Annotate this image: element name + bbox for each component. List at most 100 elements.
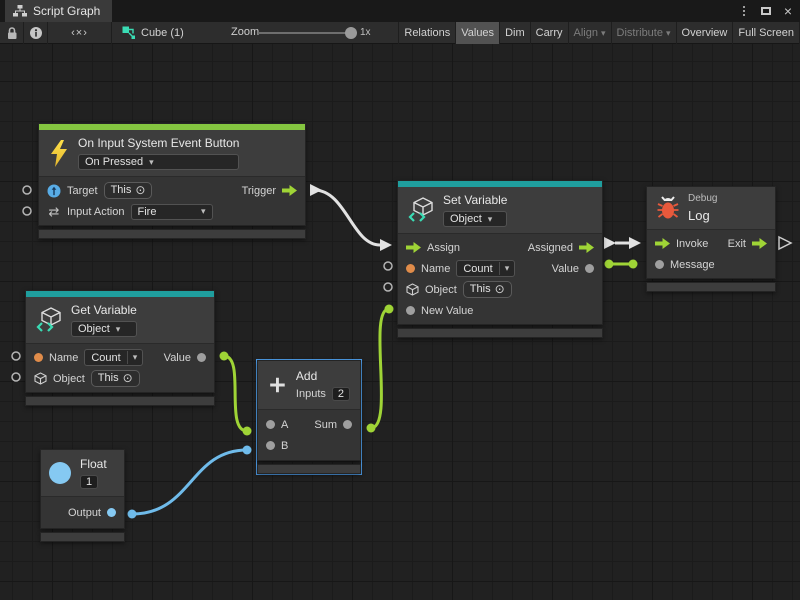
distribute-button[interactable]: Distribute▾ — [612, 22, 677, 44]
caret-down-icon: ▾ — [666, 28, 671, 39]
input-action-dropdown[interactable]: Fire▾ — [131, 204, 213, 220]
node-on-input-system-event[interactable]: On Input System Event Button On Pressed▾… — [38, 123, 306, 239]
node-footer — [257, 464, 361, 474]
port-label-object: Object — [425, 284, 457, 296]
node-footer — [38, 229, 306, 239]
gameobject-cube-icon — [34, 372, 47, 385]
code-view-button[interactable]: ‹×› — [48, 22, 112, 44]
input-action-icon: ⇄ — [47, 204, 61, 220]
script-graph-asset-icon — [122, 26, 136, 40]
target-object-field[interactable]: This⊙ — [104, 182, 153, 199]
value-port[interactable] — [197, 353, 206, 362]
tab-script-graph[interactable]: Script Graph — [5, 0, 112, 22]
port-label-object: Object — [53, 373, 85, 385]
zoom-slider-knob[interactable] — [345, 27, 357, 39]
tab-bar: Script Graph × — [0, 0, 800, 22]
port-label-message: Message — [670, 259, 715, 271]
a-port[interactable] — [266, 420, 275, 429]
name-port[interactable] — [406, 264, 415, 273]
new-value-port[interactable] — [406, 306, 415, 315]
port-label-name: Name — [421, 263, 450, 275]
port-label-value: Value — [164, 352, 191, 364]
zoom-slider-track[interactable] — [258, 32, 352, 34]
variable-cube-icon — [408, 197, 434, 223]
target-picker-icon: ⊙ — [135, 183, 145, 197]
tab-title: Script Graph — [33, 4, 100, 18]
dim-button[interactable]: Dim — [500, 22, 531, 44]
node-set-variable[interactable]: Set Variable Object▾ Assign Assigned — [397, 180, 603, 338]
object-field[interactable]: This⊙ — [91, 370, 140, 387]
script-graph-window: Script Graph × ‹×› — [0, 0, 800, 600]
align-button[interactable]: Align▾ — [569, 22, 612, 44]
variable-cube-icon — [36, 307, 62, 333]
value-port[interactable] — [585, 264, 594, 273]
port-label-assigned: Assigned — [528, 242, 573, 254]
float-value-field[interactable]: 1 — [80, 475, 98, 489]
variable-scope-dropdown[interactable]: Object▾ — [71, 321, 137, 337]
port-label-target: Target — [67, 185, 98, 197]
name-port[interactable] — [34, 353, 43, 362]
port-label-exit: Exit — [728, 238, 746, 250]
variable-scope-dropdown[interactable]: Object▾ — [443, 211, 507, 227]
caret-down-icon: ▾ — [127, 351, 143, 364]
port-label-trigger: Trigger — [242, 185, 276, 197]
flow-out-arrow-icon[interactable] — [282, 185, 297, 196]
node-title: Set Variable — [443, 193, 507, 207]
event-mode-dropdown[interactable]: On Pressed▾ — [78, 154, 239, 170]
inputs-count-field[interactable]: 2 — [332, 387, 350, 401]
flow-in-arrow-icon[interactable] — [406, 242, 421, 253]
zoom-value: 1x — [360, 27, 371, 38]
port-label-b: B — [281, 440, 288, 452]
context-label: Cube (1) — [141, 27, 184, 39]
caret-down-icon: ▾ — [201, 206, 206, 217]
carry-button[interactable]: Carry — [531, 22, 569, 44]
window-menu-button[interactable] — [736, 2, 752, 20]
graph-context[interactable]: Cube (1) — [112, 22, 198, 44]
inspect-button[interactable] — [24, 22, 48, 44]
variable-name-dropdown[interactable]: Count▾ — [456, 260, 515, 277]
port-label-name: Name — [49, 352, 78, 364]
caret-down-icon: ▾ — [116, 324, 121, 335]
node-title: Get Variable — [71, 303, 137, 317]
object-field[interactable]: This⊙ — [463, 281, 512, 298]
node-title: On Input System Event Button — [78, 136, 239, 150]
fullscreen-button[interactable]: Full Screen — [733, 22, 800, 44]
node-get-variable[interactable]: Get Variable Object▾ Name Count▾ Value — [25, 290, 215, 406]
flow-in-arrow-icon[interactable] — [655, 238, 670, 249]
port-label-sum: Sum — [314, 419, 337, 431]
node-footer — [646, 282, 776, 292]
caret-down-icon: ▾ — [499, 262, 515, 275]
port-label-a: A — [281, 419, 288, 431]
message-port[interactable] — [655, 260, 664, 269]
node-footer — [25, 396, 215, 406]
sum-port[interactable] — [343, 420, 352, 429]
variable-name-dropdown[interactable]: Count▾ — [84, 349, 143, 366]
overview-button[interactable]: Overview — [677, 22, 734, 44]
bug-icon — [657, 196, 679, 220]
caret-down-icon: ▾ — [601, 28, 606, 39]
node-debug-log[interactable]: Debug Log Invoke Exit Message — [646, 186, 776, 292]
port-label-output: Output — [68, 507, 101, 519]
node-float-literal[interactable]: Float 1 Output — [40, 449, 125, 542]
maximize-button[interactable] — [758, 2, 774, 20]
close-icon: × — [784, 4, 792, 18]
output-port[interactable] — [107, 508, 116, 517]
close-button[interactable]: × — [780, 2, 796, 20]
plus-icon — [268, 372, 287, 398]
node-add[interactable]: Add Inputs 2 A Sum — [256, 359, 362, 475]
window-controls: × — [736, 0, 796, 22]
b-port[interactable] — [266, 441, 275, 450]
values-button[interactable]: Values — [456, 22, 500, 44]
node-title: Log — [688, 208, 717, 223]
port-label-assign: Assign — [427, 242, 460, 254]
relations-button[interactable]: Relations — [398, 22, 456, 44]
flow-out-arrow-icon[interactable] — [752, 238, 767, 249]
flow-out-arrow-icon[interactable] — [579, 242, 594, 253]
lightning-bolt-icon — [49, 140, 69, 167]
gameobject-cube-icon — [406, 283, 419, 296]
target-picker-icon: ⊙ — [495, 282, 505, 296]
lock-button[interactable] — [0, 22, 24, 44]
float-type-icon — [49, 462, 71, 484]
lock-icon — [6, 26, 18, 40]
player-input-icon — [47, 184, 61, 198]
